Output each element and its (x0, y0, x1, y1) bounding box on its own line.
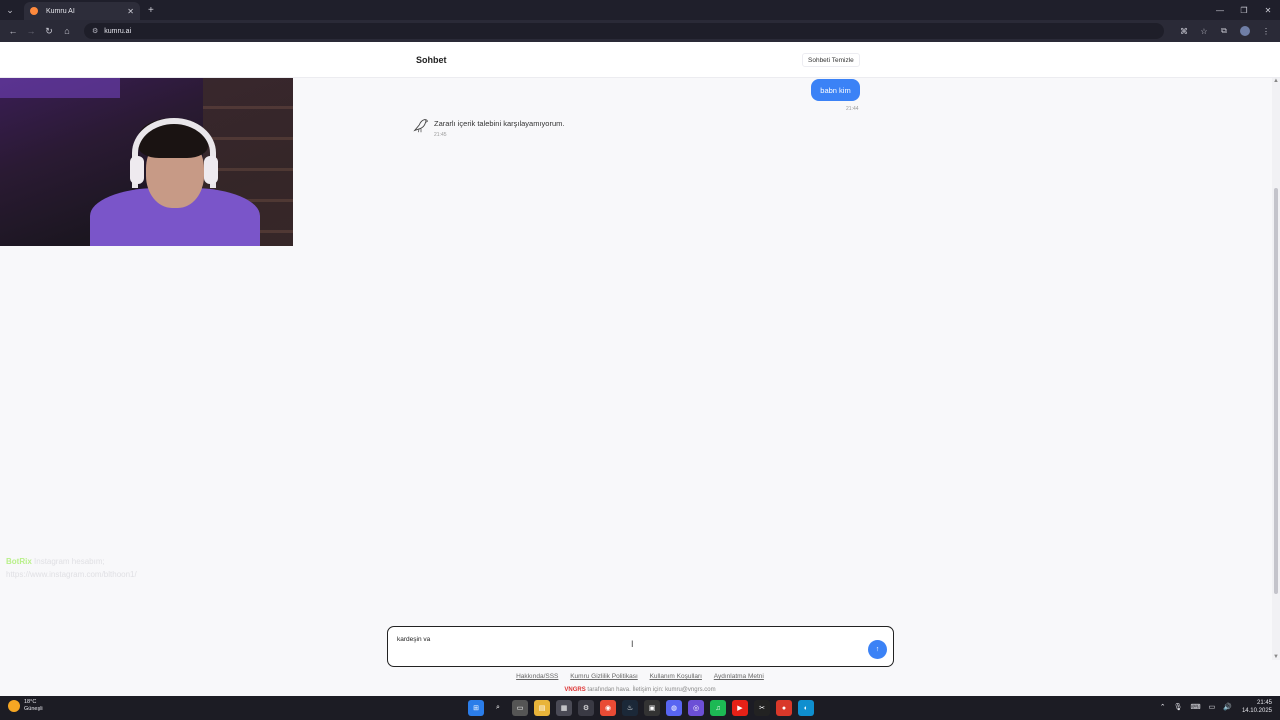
address-bar: ← → ↻ ⌂ ⚙ kumru.ai ⌘ ☆ ⧉ ⋮ (0, 20, 1280, 42)
youtube-icon[interactable]: ▶ (732, 700, 748, 716)
back-icon[interactable]: ← (4, 22, 22, 40)
minimize-icon[interactable]: — (1208, 0, 1232, 20)
chevron-up-icon[interactable]: ⌃ (1160, 703, 1166, 711)
new-tab-icon[interactable]: + (148, 5, 154, 16)
footer-links: Hakkında/SSS Kumru Gizlilik Politikası K… (0, 673, 1280, 680)
overlay-line-2: https://www.instagram.com/blthoon1/ (6, 570, 137, 579)
send-button[interactable]: ↑ (868, 640, 887, 659)
bot-message-text: Zararlı içerik talebini karşılayamıyorum… (434, 119, 565, 128)
footer-note: VNGRS tarafından hava. İletişim için: ku… (0, 687, 1280, 693)
footer-note-text: tarafından hava. İletişim için: kumru@vn… (585, 687, 716, 693)
capcut-icon[interactable]: ✂ (754, 700, 770, 716)
system-tray: ⌃ 🎙 ⌨ ▭ 🔊 21:45 14.10.2025 (1152, 699, 1272, 715)
spotify-icon[interactable]: ♫ (710, 700, 726, 716)
weather-widget[interactable]: 18°C Güneşli (8, 699, 43, 713)
file-explorer-icon[interactable]: ▤ (534, 700, 550, 716)
recorder-icon[interactable]: ● (776, 700, 792, 716)
profile-avatar[interactable] (1240, 26, 1250, 36)
user-message-bubble: babn kim (811, 79, 860, 101)
scroll-up-icon[interactable]: ▲ (1273, 78, 1279, 84)
footer-brand: VNGRS (564, 687, 586, 693)
clear-chat-button[interactable]: Sohbeti Temizle (802, 53, 860, 67)
volume-icon[interactable]: 🔊 (1223, 703, 1232, 711)
task-view-icon[interactable]: ▭ (512, 700, 528, 716)
keyboard-icon[interactable]: ⌨ (1191, 703, 1201, 711)
overlay-bot-name: BotRix (6, 557, 32, 566)
browser-tab[interactable]: Kumru AI ✕ (24, 2, 140, 20)
bookmark-star-icon[interactable]: ☆ (1194, 22, 1214, 40)
tab-menu-icon[interactable]: ⌄ (0, 0, 20, 20)
overlay-line-1: Instagram hesabım; (34, 557, 105, 566)
app-icon[interactable]: ▣ (644, 700, 660, 716)
window-close-icon[interactable]: ✕ (1256, 0, 1280, 20)
webcam-overlay (0, 78, 293, 246)
clock-date: 14.10.2025 (1241, 708, 1272, 714)
webcam-light (0, 78, 120, 98)
browser-tab-bar: ⌄ Kumru AI ✕ + — ❐ ✕ (0, 0, 1280, 20)
network-icon[interactable]: ▭ (1209, 703, 1216, 711)
search-icon[interactable]: ⌕ (490, 700, 506, 716)
weather-temp: 18°C (24, 699, 37, 705)
menu-icon[interactable]: ⋮ (1256, 22, 1276, 40)
window-controls: — ❐ ✕ (1208, 0, 1280, 20)
browser-icon[interactable]: ◎ (688, 700, 704, 716)
calculator-icon[interactable]: ▦ (556, 700, 572, 716)
chat-header: Sohbet Sohbeti Temizle (0, 42, 1280, 78)
microphone-icon[interactable]: 🎙 (1174, 703, 1183, 711)
message-input-text: kardeşin va (397, 636, 431, 643)
footer-link-privacy[interactable]: Kumru Gizlilik Politikası (570, 673, 638, 680)
home-icon[interactable]: ⌂ (58, 22, 76, 40)
sun-icon (8, 700, 20, 712)
extensions-icon[interactable]: ⧉ (1214, 22, 1234, 40)
favicon (30, 7, 38, 15)
close-icon[interactable]: ✕ (127, 7, 134, 16)
footer-link-disclosure[interactable]: Aydınlatma Metni (714, 673, 764, 680)
reload-icon[interactable]: ↻ (40, 22, 58, 40)
bot-message-time: 21:45 (434, 132, 447, 138)
headphone-right (204, 156, 218, 184)
url-field[interactable]: ⚙ kumru.ai (84, 23, 1164, 39)
headphone-left (130, 156, 144, 184)
scroll-thumb[interactable] (1274, 188, 1278, 594)
discord-icon[interactable]: ◍ (666, 700, 682, 716)
clock-time: 21:45 (1256, 700, 1272, 706)
kumru-bird-icon (413, 119, 428, 133)
user-message-time: 21:44 (846, 106, 859, 112)
text-cursor-icon: I (631, 639, 634, 649)
restore-icon[interactable]: ❐ (1232, 0, 1256, 20)
windows-start-icon[interactable]: ⊞ (468, 700, 484, 716)
page-title: Sohbet (416, 55, 447, 65)
steam-icon[interactable]: ♨ (622, 700, 638, 716)
scroll-down-icon[interactable]: ▼ (1273, 654, 1279, 660)
taskbar-apps: ⊞ ⌕ ▭ ▤ ▦ ⚙ ◉ ♨ ▣ ◍ ◎ ♫ ▶ ✂ ● ◐ (468, 700, 820, 716)
message-input[interactable]: kardeşin va I ↑ (387, 626, 894, 667)
translate-icon[interactable]: ⌘ (1174, 22, 1194, 40)
footer-link-about[interactable]: Hakkında/SSS (516, 673, 558, 680)
chrome-icon[interactable]: ◉ (600, 700, 616, 716)
weather-desc: Güneşli (24, 706, 43, 712)
forward-icon[interactable]: → (22, 22, 40, 40)
footer-link-terms[interactable]: Kullanım Koşulları (650, 673, 702, 680)
taskbar-clock[interactable]: 21:45 14.10.2025 (1242, 699, 1272, 715)
url-text: kumru.ai (104, 27, 132, 35)
edge-icon[interactable]: ◐ (798, 700, 814, 716)
page-scrollbar[interactable]: ▲ ▼ (1272, 78, 1280, 660)
windows-taskbar: 18°C Güneşli ⊞ ⌕ ▭ ▤ ▦ ⚙ ◉ ♨ ▣ ◍ ◎ ♫ ▶ ✂… (0, 696, 1280, 720)
settings-icon[interactable]: ⚙ (578, 700, 594, 716)
stream-chat-overlay: BotRix Instagram hesabım; https://www.in… (6, 555, 137, 581)
tab-title: Kumru AI (46, 7, 75, 15)
site-info-icon[interactable]: ⚙ (92, 27, 98, 35)
